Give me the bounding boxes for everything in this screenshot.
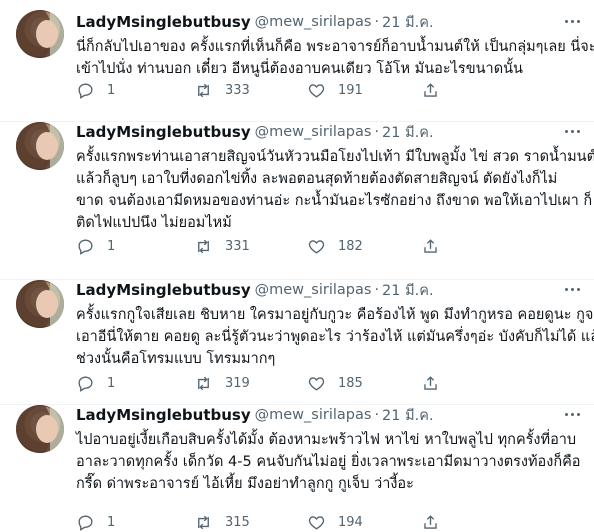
reply-count: 1 bbox=[107, 82, 116, 98]
tweet-text: ครั้งแรกพระท่านเอาสายสิญจน์วันหัววนมือโย… bbox=[76, 146, 594, 234]
separator-dot: · bbox=[374, 282, 380, 298]
user-handle[interactable]: @mew_sirilapas bbox=[255, 282, 372, 298]
tweet-actions: 1 319 185 bbox=[76, 373, 440, 393]
share-button[interactable] bbox=[421, 513, 440, 532]
reply-icon bbox=[78, 375, 93, 392]
tweet[interactable]: LadyMsinglebutbusy @mew_sirilapas · 21 ม… bbox=[0, 122, 594, 280]
user-handle[interactable]: @mew_sirilapas bbox=[255, 14, 372, 30]
heart-icon bbox=[308, 515, 325, 530]
retweet-count: 333 bbox=[225, 82, 250, 98]
tweet[interactable]: LadyMsinglebutbusy @mew_sirilapas · 21 ม… bbox=[0, 280, 594, 405]
tweet-text-line: ไปอาบอยู่เงี้ยเกือบสิบครั้งได้มั้ง ต้องห… bbox=[76, 432, 577, 448]
tweet[interactable]: LadyMsinglebutbusy @mew_sirilapas · 21 ม… bbox=[0, 10, 594, 122]
tweet-text-line: กรี๊ด ด่าพระอาจารย์ ไอ้เหี้ย มึงอย่าทำลู… bbox=[76, 476, 414, 492]
share-icon bbox=[424, 82, 437, 97]
heart-icon bbox=[308, 239, 325, 254]
tweet-text-line: เข้าไปนั่ง ท่านบอก เดี๋ยว อีหนูนี่ต้องอา… bbox=[76, 61, 523, 77]
tweet-text-line: อาละวาดทุกครั้ง เด็กวัด 4-5 คนจับกันไม่อ… bbox=[76, 454, 581, 470]
share-icon bbox=[424, 514, 437, 529]
reply-icon bbox=[78, 514, 93, 531]
reply-count: 1 bbox=[107, 238, 116, 254]
share-icon bbox=[424, 375, 437, 390]
reply-icon bbox=[78, 238, 93, 255]
tweet-text-line: แล้วก็ลูบๆ เอาใบที่งดอกไข่ทิ้ง ละพอตอนสุ… bbox=[76, 171, 558, 187]
tweet-text-line: ขาด จนต้องเอามีดหมอของท่านอ่ะ กะน้ำมันอะ… bbox=[76, 193, 593, 209]
avatar[interactable] bbox=[16, 10, 64, 58]
tweet-text: นี่ก็กลับไปเอาของ ครั้งแรกที่เห็นก็คือ พ… bbox=[76, 36, 594, 80]
retweet-button[interactable]: 319 bbox=[194, 374, 307, 393]
reply-button[interactable]: 1 bbox=[76, 374, 194, 393]
retweet-count: 319 bbox=[225, 375, 250, 391]
retweet-icon bbox=[198, 239, 209, 253]
tweet-text-line: ติดไฟแปปนึง ไม่ยอมไหม้ bbox=[76, 215, 232, 231]
like-button[interactable]: 194 bbox=[307, 513, 421, 532]
avatar[interactable] bbox=[16, 122, 64, 170]
like-button[interactable]: 182 bbox=[307, 237, 421, 256]
reply-button[interactable]: 1 bbox=[76, 81, 194, 100]
tweet-text-line: นี่ก็กลับไปเอาของ ครั้งแรกที่เห็นก็คือ พ… bbox=[76, 39, 594, 55]
share-button[interactable] bbox=[421, 374, 440, 393]
tweet-actions: 1 333 191 bbox=[76, 80, 440, 100]
tweet-text-line: ครั้งแรกกูใจเสียเลย ชิบหาย ใครมาอยู่กับก… bbox=[76, 307, 594, 323]
retweet-icon bbox=[198, 83, 209, 97]
share-button[interactable] bbox=[421, 237, 440, 256]
tweet-header: LadyMsinglebutbusy @mew_sirilapas · 21 ม… bbox=[76, 122, 434, 142]
avatar[interactable] bbox=[16, 280, 64, 328]
tweet-text: ไปอาบอยู่เงี้ยเกือบสิบครั้งได้มั้ง ต้องห… bbox=[76, 429, 581, 495]
like-button[interactable]: 185 bbox=[307, 374, 421, 393]
like-count: 185 bbox=[338, 375, 363, 391]
retweet-count: 315 bbox=[225, 514, 250, 530]
more-icon[interactable] bbox=[562, 124, 582, 138]
tweet-text: ครั้งแรกกูใจเสียเลย ชิบหาย ใครมาอยู่กับก… bbox=[76, 304, 594, 370]
display-name[interactable]: LadyMsinglebutbusy bbox=[76, 123, 251, 141]
retweet-button[interactable]: 315 bbox=[194, 513, 307, 532]
separator-dot: · bbox=[374, 407, 380, 423]
retweet-icon bbox=[198, 376, 209, 390]
tweet-actions: 1 315 194 bbox=[76, 512, 440, 532]
retweet-button[interactable]: 331 bbox=[194, 237, 307, 256]
user-handle[interactable]: @mew_sirilapas bbox=[255, 407, 372, 423]
tweet-header: LadyMsinglebutbusy @mew_sirilapas · 21 ม… bbox=[76, 280, 434, 300]
like-count: 191 bbox=[338, 82, 363, 98]
tweet-header: LadyMsinglebutbusy @mew_sirilapas · 21 ม… bbox=[76, 12, 434, 32]
tweet-text-line: ครั้งแรกพระท่านเอาสายสิญจน์วันหัววนมือโย… bbox=[76, 149, 594, 165]
more-icon[interactable] bbox=[562, 407, 582, 421]
retweet-icon bbox=[198, 515, 209, 529]
reply-icon bbox=[78, 82, 93, 99]
separator-dot: · bbox=[374, 14, 380, 30]
tweet-text-line: ช่วงนั้นคือโทรมแบบ โทรมมากๆ bbox=[76, 351, 276, 367]
tweet-date[interactable]: 21 มี.ค. bbox=[382, 11, 434, 34]
tweet-date[interactable]: 21 มี.ค. bbox=[382, 121, 434, 144]
tweet-header: LadyMsinglebutbusy @mew_sirilapas · 21 ม… bbox=[76, 405, 434, 425]
heart-icon bbox=[308, 83, 325, 98]
retweet-button[interactable]: 333 bbox=[194, 81, 307, 100]
display-name[interactable]: LadyMsinglebutbusy bbox=[76, 13, 251, 31]
share-button[interactable] bbox=[421, 81, 440, 100]
tweet-actions: 1 331 182 bbox=[76, 236, 440, 256]
display-name[interactable]: LadyMsinglebutbusy bbox=[76, 406, 251, 424]
tweet-text-line: เอาอีนี่ให้ตาย คอยดู ละนี่รู้ตัวนะว่าพูด… bbox=[76, 329, 594, 345]
reply-count: 1 bbox=[107, 514, 116, 530]
user-handle[interactable]: @mew_sirilapas bbox=[255, 124, 372, 140]
more-icon[interactable] bbox=[562, 282, 582, 296]
like-button[interactable]: 191 bbox=[307, 81, 421, 100]
reply-button[interactable]: 1 bbox=[76, 513, 194, 532]
reply-button[interactable]: 1 bbox=[76, 237, 194, 256]
share-icon bbox=[424, 238, 437, 253]
more-icon[interactable] bbox=[562, 14, 582, 28]
like-count: 194 bbox=[338, 514, 363, 530]
avatar[interactable] bbox=[16, 405, 64, 453]
tweet[interactable]: LadyMsinglebutbusy @mew_sirilapas · 21 ม… bbox=[0, 405, 594, 532]
retweet-count: 331 bbox=[225, 238, 250, 254]
heart-icon bbox=[308, 376, 325, 391]
like-count: 182 bbox=[338, 238, 363, 254]
tweet-date[interactable]: 21 มี.ค. bbox=[382, 404, 434, 427]
reply-count: 1 bbox=[107, 375, 116, 391]
tweet-date[interactable]: 21 มี.ค. bbox=[382, 279, 434, 302]
separator-dot: · bbox=[374, 124, 380, 140]
display-name[interactable]: LadyMsinglebutbusy bbox=[76, 281, 251, 299]
